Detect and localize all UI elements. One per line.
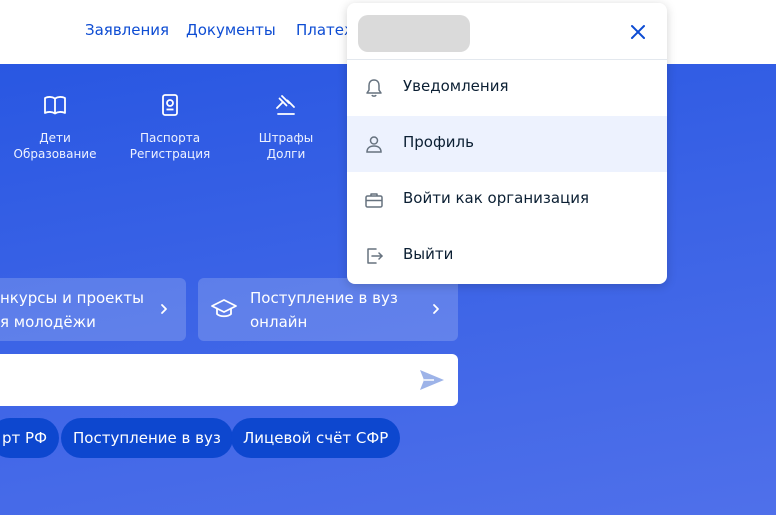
menu-item-profile[interactable]: Профиль: [347, 116, 667, 172]
passport-icon: [162, 94, 178, 116]
chip-passport[interactable]: рт РФ: [0, 418, 59, 458]
user-name-placeholder: [358, 15, 470, 52]
category-label-line2: Образование: [13, 147, 97, 161]
briefcase-icon: [365, 193, 383, 208]
category-label-line2: Регистрация: [129, 147, 211, 161]
chip-sfr-account[interactable]: Лицевой счёт СФР: [231, 418, 401, 458]
nav-link-applications[interactable]: Заявления: [85, 21, 169, 39]
card-university-admission[interactable]: Поступление в вуз онлайн: [198, 278, 458, 341]
menu-item-label: Войти как организация: [403, 189, 590, 207]
card-youth-contests[interactable]: нкурсы и проекты я молодёжи: [0, 278, 186, 341]
user-icon: [366, 136, 382, 153]
category-label-line2: Долги: [266, 147, 306, 161]
card-title-line2: я молодёжи: [0, 313, 96, 331]
send-icon[interactable]: [418, 367, 446, 393]
search-box[interactable]: [0, 354, 458, 406]
book-icon: [44, 96, 66, 115]
menu-item-login-as-organization[interactable]: Войти как организация: [347, 172, 667, 228]
menu-item-label: Профиль: [403, 133, 474, 151]
category-label-line1: Штрафы: [258, 131, 314, 145]
card-title-line1: нкурсы и проекты: [0, 289, 145, 307]
close-icon[interactable]: [629, 23, 647, 41]
dropdown-header: [347, 3, 667, 60]
graduation-cap-icon: [211, 299, 237, 318]
category-children-education[interactable]: Дети Образование: [0, 92, 110, 162]
category-fines-debts[interactable]: Штрафы Долги: [231, 92, 341, 162]
menu-item-notifications[interactable]: Уведомления: [347, 60, 667, 116]
chip-university-admission[interactable]: Поступление в вуз: [61, 418, 233, 458]
gavel-icon: [276, 95, 295, 115]
chevron-right-icon: [161, 304, 167, 314]
bell-icon: [366, 79, 382, 97]
menu-item-logout[interactable]: Выйти: [347, 228, 667, 284]
menu-item-label: Выйти: [403, 245, 454, 263]
menu-item-label: Уведомления: [403, 77, 509, 95]
nav-link-documents[interactable]: Документы: [186, 21, 276, 39]
chevron-right-icon: [433, 304, 439, 314]
profile-dropdown: Уведомления Профиль Войти как организаци…: [347, 3, 667, 284]
card-title-line1: Поступление в вуз: [250, 289, 398, 307]
card-title-line2: онлайн: [250, 313, 308, 331]
category-label-line1: Дети: [39, 131, 71, 145]
category-passports-registration[interactable]: Паспорта Регистрация: [115, 92, 225, 162]
logout-icon: [367, 248, 383, 264]
category-label-line1: Паспорта: [139, 131, 201, 145]
